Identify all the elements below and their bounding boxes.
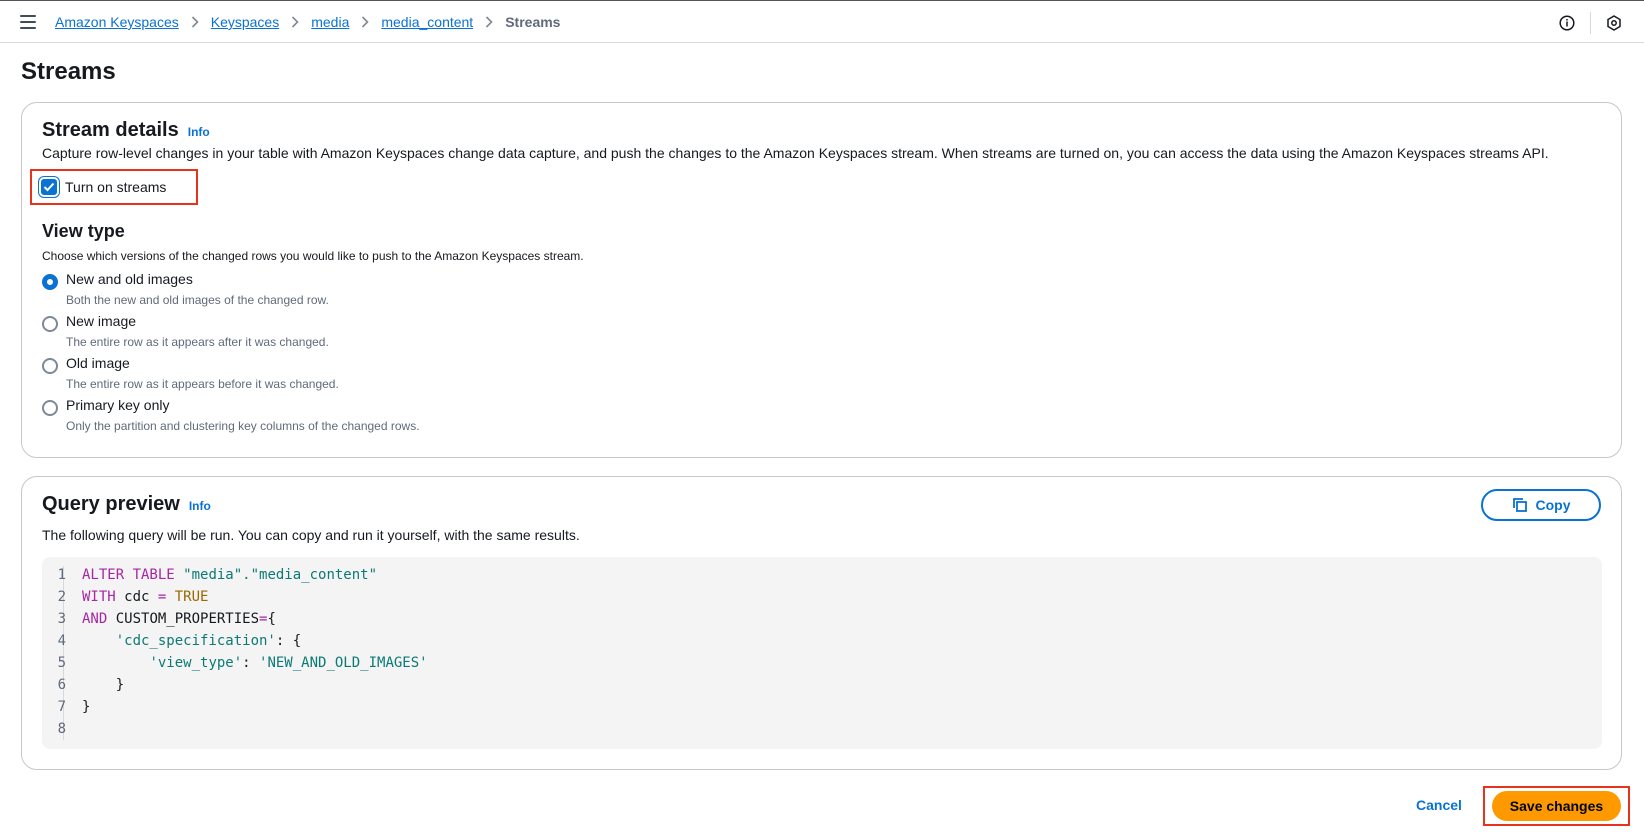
radio-label: Old image — [66, 355, 130, 371]
stream-details-description: Capture row-level changes in your table … — [42, 145, 1549, 161]
code-line: 7} — [50, 696, 1602, 718]
query-preview-container: Query preview Info Copy The following qu… — [21, 476, 1622, 770]
query-preview-title: Query preview — [42, 493, 180, 515]
turn-on-streams-label: Turn on streams — [65, 179, 167, 195]
line-number: 3 — [57, 611, 66, 627]
radio-label: New and old images — [66, 271, 193, 287]
code-operator: = — [157, 589, 167, 605]
stream-details-title: Stream details — [42, 119, 179, 141]
code-string: 'NEW_AND_OLD_IMAGES' — [259, 655, 428, 671]
breadcrumb-item-media[interactable]: media — [311, 14, 349, 30]
code-editor[interactable]: 1 ALTER TABLE "media"."media_content" 2 WI… — [42, 557, 1602, 749]
save-changes-button[interactable]: Save changes — [1492, 791, 1621, 821]
chevron-right-icon — [291, 16, 299, 28]
line-number: 8 — [57, 721, 66, 737]
radio-button[interactable] — [42, 274, 58, 290]
radio-label: New image — [66, 313, 137, 329]
stream-details-info-link[interactable]: Info — [188, 125, 210, 139]
query-preview-description: The following query will be run. You can… — [42, 527, 580, 543]
radio-description: Both the new and old images of the chang… — [66, 293, 329, 307]
info-circle-icon[interactable] — [1557, 13, 1577, 33]
code-brace: } — [82, 699, 91, 715]
divider — [1590, 12, 1591, 34]
query-preview-info-link[interactable]: Info — [189, 499, 211, 513]
utility-icons — [1557, 12, 1624, 34]
radio-button[interactable] — [42, 358, 58, 374]
turn-on-streams-checkbox[interactable]: Turn on streams — [30, 169, 198, 205]
chevron-right-icon — [361, 16, 369, 28]
radio-button[interactable] — [42, 316, 58, 332]
code-line: 1 ALTER TABLE "media"."media_content" — [50, 564, 1602, 586]
chevron-right-icon — [191, 16, 199, 28]
code-line: 8 — [50, 718, 1602, 740]
code-line: 4 'cdc_specification': { — [50, 630, 1602, 652]
code-line: 3 AND CUSTOM_PROPERTIES={ — [50, 608, 1602, 630]
line-number: 1 — [57, 567, 66, 583]
code-keyword: ALTER TABLE — [82, 567, 175, 583]
code-punctuation: : — [242, 655, 260, 671]
copy-button[interactable]: Copy — [1481, 489, 1601, 521]
menu-icon[interactable] — [20, 15, 36, 29]
code-line: 2 WITH cdc = TRUE — [50, 586, 1602, 608]
code-line: 5 'view_type': 'NEW_AND_OLD_IMAGES' — [50, 652, 1602, 674]
code-identifier: cdc — [115, 589, 158, 605]
breadcrumb-item-amazon-keyspaces[interactable]: Amazon Keyspaces — [55, 14, 179, 30]
radio-description: The entire row as it appears after it wa… — [66, 335, 329, 349]
cancel-button[interactable]: Cancel — [1416, 797, 1462, 813]
code-constant: TRUE — [174, 589, 209, 605]
code-punctuation: : { — [275, 633, 302, 649]
line-number: 5 — [57, 655, 66, 671]
query-preview-header: Query preview Info — [42, 493, 211, 516]
line-number: 6 — [57, 677, 66, 693]
code-identifier: CUSTOM_PROPERTIES — [107, 611, 260, 627]
code-string: "media"."media_content" — [183, 567, 378, 583]
code-keyword: AND — [82, 611, 108, 627]
page-title: Streams — [21, 58, 116, 85]
code-brace: { — [267, 611, 276, 627]
radio-button[interactable] — [42, 400, 58, 416]
checkmark-icon — [41, 179, 57, 195]
chevron-right-icon — [485, 16, 493, 28]
radio-description: The entire row as it appears before it w… — [66, 377, 339, 391]
breadcrumb-current: Streams — [505, 14, 561, 30]
view-type-description: Choose which versions of the changed row… — [42, 249, 584, 263]
code-string: 'cdc_specification' — [115, 633, 276, 649]
stream-details-container: Stream details Info Capture row-level ch… — [21, 102, 1622, 458]
copy-icon — [1512, 498, 1527, 512]
top-navigation: Amazon Keyspaces Keyspaces media media_c… — [0, 0, 1644, 43]
radio-label: Primary key only — [66, 397, 170, 413]
stream-details-header: Stream details Info — [42, 119, 210, 142]
settings-hexagon-icon[interactable] — [1604, 13, 1624, 33]
view-type-title: View type — [42, 221, 125, 241]
breadcrumb-item-keyspaces[interactable]: Keyspaces — [211, 14, 279, 30]
line-number: 7 — [57, 699, 66, 715]
code-line: 6 } — [50, 674, 1602, 696]
code-string: 'view_type' — [149, 655, 243, 671]
code-keyword: WITH — [82, 589, 116, 605]
breadcrumb: Amazon Keyspaces Keyspaces media media_c… — [55, 14, 560, 30]
code-brace: } — [115, 677, 125, 693]
breadcrumb-item-media-content[interactable]: media_content — [381, 14, 473, 30]
line-number: 4 — [57, 633, 66, 649]
save-changes-highlight: Save changes — [1483, 786, 1630, 826]
copy-label: Copy — [1535, 497, 1571, 513]
line-number: 2 — [57, 589, 66, 605]
radio-description: Only the partition and clustering key co… — [66, 419, 420, 433]
